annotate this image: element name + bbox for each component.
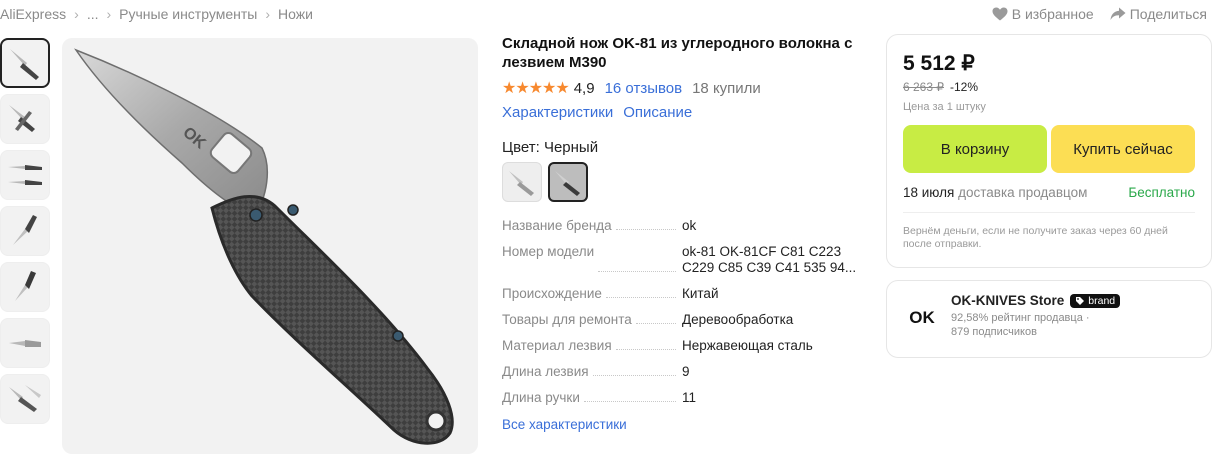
bought-count: 18 купили [692, 79, 761, 97]
add-to-cart-button[interactable]: В корзину [903, 125, 1047, 173]
knife-thumbnail [8, 165, 42, 185]
knife-thumbnail [13, 215, 37, 245]
thumbnail-4[interactable] [0, 206, 50, 256]
per-unit-label: Цена за 1 штуку [903, 101, 986, 113]
spec-row: Материал лезвия Нержавеющая сталь [502, 338, 872, 354]
old-price: 6 263 ₽ [903, 80, 944, 94]
spec-row: Название бренда ok [502, 218, 872, 234]
breadcrumb-aliexpress[interactable]: AliExpress [0, 6, 66, 22]
all-specs-link[interactable]: Все характеристики [502, 417, 627, 432]
spec-row: Происхождение Китай [502, 286, 872, 302]
knife-thumbnail [15, 271, 36, 301]
breadcrumb-hand-tools[interactable]: Ручные инструменты [119, 6, 257, 22]
spec-name: Название бренда [502, 218, 612, 233]
color-swatches [502, 162, 872, 202]
store-followers: 879 подписчиков [951, 326, 1037, 338]
spec-value: 9 [682, 364, 690, 379]
specs-list: Название бренда ok Номер модели ok-81 OK… [502, 218, 872, 406]
spec-row: Товары для ремонта Деревообработка [502, 312, 872, 328]
store-details: OK-KNIVES Store brand 92,58% рейтинг про… [951, 293, 1121, 345]
spec-value: Китай [682, 286, 719, 301]
price: 5 512 ₽ [903, 52, 975, 75]
chevron-right-icon: › [74, 6, 79, 22]
knife-thumbnail [9, 105, 35, 132]
spec-value: Нержавеющая сталь [682, 338, 813, 353]
brand-badge: brand [1070, 293, 1121, 308]
color-swatch-black[interactable] [548, 162, 588, 202]
thumbnail-6[interactable] [0, 318, 50, 368]
color-swatch-silver[interactable] [502, 162, 542, 202]
delivery-text: доставка продавцом [958, 185, 1088, 200]
spec-value: 11 [682, 390, 697, 405]
store-rating: 92,58% рейтинг продавца [951, 312, 1083, 324]
store-logo[interactable]: OK [903, 299, 941, 337]
product-info: Складной нож OK-81 из углеродного волокн… [502, 34, 872, 434]
chevron-right-icon: › [106, 6, 112, 22]
knife-swatch [509, 171, 534, 196]
knife-image: OK [74, 48, 454, 445]
spec-row: Длина лезвия 9 [502, 364, 872, 380]
spec-value: ok [682, 218, 697, 233]
thumbnail-list [0, 38, 52, 430]
product-tabs: Характеристики Описание [502, 104, 872, 121]
share-label: Поделиться [1129, 6, 1207, 22]
breadcrumb: AliExpress › ... › Ручные инструменты › … [0, 6, 313, 22]
thumbnail-3[interactable] [0, 150, 50, 200]
delivery-row: 18 июля доставка продавцом Бесплатно [903, 185, 1195, 200]
favorite-label: В избранное [1011, 6, 1094, 22]
favorite-button[interactable]: В избранное [992, 6, 1094, 22]
product-main-image[interactable]: OK [62, 38, 478, 454]
color-label: Цвет: Черный [502, 139, 599, 156]
knife-thumbnail [10, 49, 39, 80]
knife-swatch [555, 171, 580, 196]
brand-badge-label: brand [1088, 294, 1116, 307]
spec-row: Длина ручки 11 [502, 390, 872, 406]
knife-thumbnail [9, 385, 41, 412]
breadcrumb-ellipsis[interactable]: ... [87, 6, 99, 22]
store-name[interactable]: OK-KNIVES Store [951, 293, 1064, 308]
thumbnail-7[interactable] [0, 374, 50, 424]
rating-value: 4,9 [573, 79, 595, 97]
guarantee-text: Вернём деньги, если не получите заказ че… [903, 212, 1195, 251]
reviews-link[interactable]: 16 отзывов [605, 80, 683, 97]
spec-row: Номер модели ok-81 OK-81CF C81 C223 C229… [502, 244, 872, 276]
spec-name: Длина ручки [502, 390, 580, 405]
thumbnail-2[interactable] [0, 94, 50, 144]
tab-description[interactable]: Описание [623, 104, 692, 121]
discount-badge: -12% [950, 80, 979, 94]
brand-tag-icon [1076, 296, 1085, 305]
share-button[interactable]: Поделиться [1110, 6, 1207, 22]
chevron-right-icon: › [265, 6, 270, 22]
star-icon: ★★★★★ [502, 80, 570, 97]
delivery-price: Бесплатно [1128, 185, 1195, 200]
spec-name: Материал лезвия [502, 338, 612, 353]
purchase-buttons: В корзину Купить сейчас [903, 125, 1195, 173]
product-title: Складной нож OK-81 из углеродного волокн… [502, 35, 853, 71]
store-card[interactable]: OK OK-KNIVES Store brand 92,58% рейтинг … [886, 280, 1212, 358]
delivery-date: 18 июля [903, 185, 955, 200]
rating-row: ★★★★★ 4,9 16 отзывов 18 купили [502, 78, 872, 98]
share-icon [1110, 7, 1126, 20]
spec-name: Происхождение [502, 286, 602, 301]
spec-name: Длина лезвия [502, 364, 589, 379]
breadcrumb-knives[interactable]: Ножи [278, 6, 313, 22]
thumbnail-1[interactable] [0, 38, 50, 88]
spec-name: Номер модели [502, 244, 595, 259]
top-actions: В избранное Поделиться [992, 6, 1207, 22]
heart-icon [992, 7, 1008, 21]
old-price-row: 6 263 ₽ -12% [903, 80, 1195, 94]
knife-thumbnail [9, 340, 41, 347]
tab-characteristics[interactable]: Характеристики [502, 104, 613, 121]
thumbnail-5[interactable] [0, 262, 50, 312]
spec-value: ok-81 OK-81CF C81 C223 C229 C85 C39 C41 … [682, 244, 857, 275]
spec-value: Деревообработка [682, 312, 794, 327]
spec-name: Товары для ремонта [502, 312, 632, 327]
buy-now-button[interactable]: Купить сейчас [1051, 125, 1195, 173]
buy-box: 5 512 ₽ 6 263 ₽ -12% Цена за 1 штуку В к… [886, 34, 1212, 268]
